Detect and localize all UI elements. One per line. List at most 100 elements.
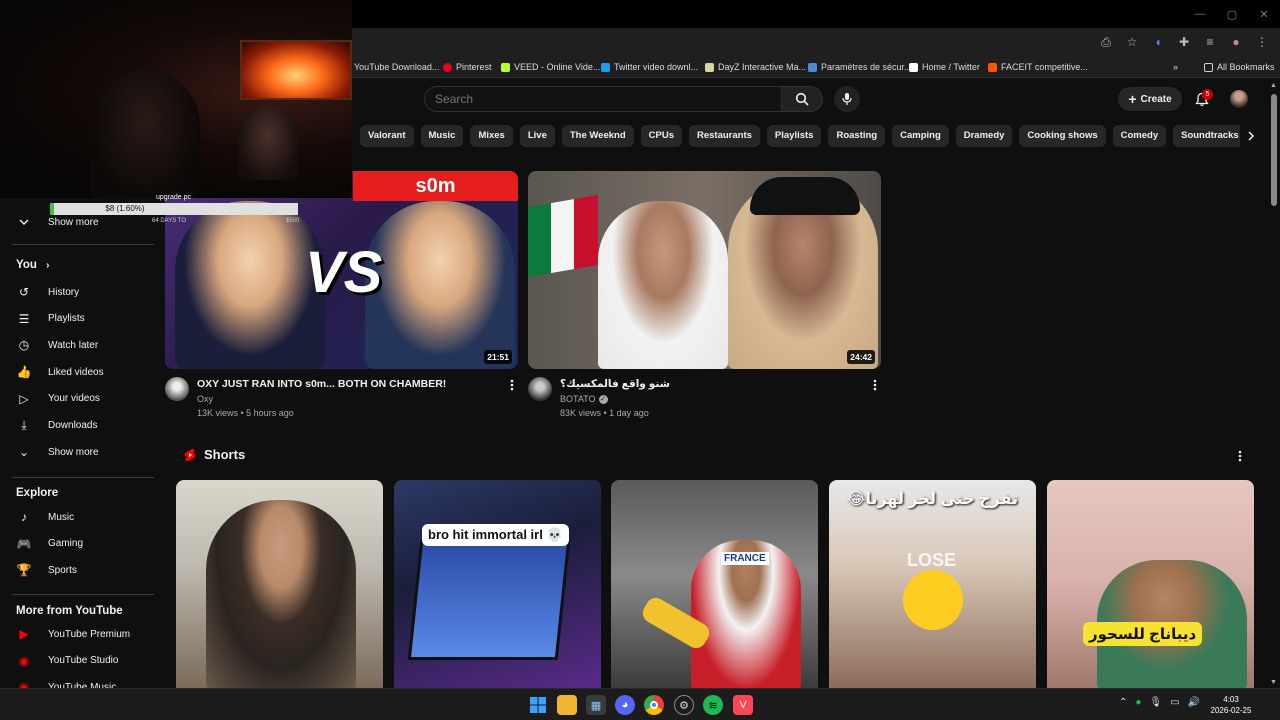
video-menu-button[interactable] [869, 377, 881, 393]
sidebar-item-history[interactable]: ↺ History [16, 282, 79, 302]
sidebar-item-watch-later[interactable]: ◷ Watch later [16, 335, 98, 355]
minimize-button[interactable]: — [1184, 0, 1216, 28]
all-bookmarks-button[interactable]: All Bookmarks [1204, 60, 1275, 74]
short-card[interactable]: تفرج حتى لخر لهربا😂 LOSE [829, 480, 1036, 690]
channel-avatar[interactable] [528, 377, 552, 401]
spotify-icon[interactable]: ≋ [703, 695, 723, 715]
windows-start-icon[interactable] [528, 695, 548, 715]
youtube-premium-icon: ▶ [19, 627, 29, 641]
filter-chip[interactable]: CPUs [640, 125, 682, 147]
sidebar-item-youtube-studio[interactable]: ◉ YouTube Studio [16, 651, 119, 671]
steam-icon[interactable]: ⚙ [674, 695, 694, 715]
window-controls: — ▢ ✕ [1184, 0, 1280, 28]
video-menu-button[interactable] [506, 377, 518, 393]
tray-app-icon[interactable]: ● [1135, 697, 1141, 708]
channel-avatar[interactable] [165, 377, 189, 401]
sidebar-you-heading[interactable]: You › [16, 259, 49, 271]
media-icon[interactable]: ≡ [1200, 32, 1220, 52]
scroll-up-arrow[interactable]: ▲ [1270, 82, 1277, 89]
video-title[interactable]: OXY JUST RAN INTO s0m... BOTH ON CHAMBER… [197, 378, 497, 390]
page-scrollbar[interactable]: ▲ ▼ [1268, 80, 1280, 688]
search-input[interactable] [425, 87, 781, 111]
close-window-button[interactable]: ✕ [1248, 0, 1280, 28]
bookmark-item[interactable]: Paramètres de sécur... [808, 60, 912, 74]
filter-chip[interactable]: Restaurants [688, 125, 760, 147]
filter-chip[interactable]: Music [420, 125, 464, 147]
sidebar-item-sports[interactable]: 🏆 Sports [16, 560, 77, 580]
clock-time: 4:03 [1223, 695, 1239, 704]
filter-chip[interactable]: Mixes [470, 125, 513, 147]
tray-overflow-icon[interactable]: ⌃ [1119, 697, 1127, 708]
taskbar-clock[interactable]: 4:03 2026-02-25 [1204, 694, 1258, 716]
short-card[interactable]: ديباناج للسحور [1047, 480, 1254, 690]
sidebar-item-playlists[interactable]: ☰ Playlists [16, 309, 85, 329]
filter-chip[interactable]: Valorant [360, 125, 414, 147]
sidebar-item-liked-videos[interactable]: 👍 Liked videos [16, 362, 104, 382]
short-person [206, 500, 356, 690]
filter-chip[interactable]: Comedy [1112, 125, 1167, 147]
voice-search-button[interactable] [834, 86, 860, 112]
filter-chip[interactable]: Dramedy [955, 125, 1013, 147]
extension-icon[interactable]: ◖ [1148, 32, 1168, 52]
chips-next-button[interactable] [1240, 125, 1262, 147]
filter-chip[interactable]: Live [519, 125, 555, 147]
star-icon[interactable]: ☆ [1122, 32, 1142, 52]
discord-icon[interactable]: ◕ [615, 695, 635, 715]
scroll-down-arrow[interactable]: ▼ [1270, 679, 1277, 686]
history-icon: ↺ [18, 285, 30, 299]
network-icon[interactable]: ▭ [1170, 697, 1179, 708]
sidebar-item-youtube-premium[interactable]: ▶ YouTube Premium [16, 624, 130, 644]
filter-chip[interactable]: Playlists [766, 125, 822, 147]
short-card[interactable]: FRANCE [611, 480, 818, 690]
video-duration: 24:42 [847, 350, 875, 364]
filter-chip[interactable]: Camping [892, 125, 949, 147]
video-channel[interactable]: BOTATO [560, 392, 596, 406]
sidebar-item-label: YouTube Studio [48, 655, 119, 667]
profile-icon[interactable]: ● [1226, 32, 1246, 52]
short-card[interactable] [176, 480, 383, 690]
bookmarks-overflow-button[interactable]: » [1173, 60, 1178, 74]
shorts-menu-button[interactable] [1234, 448, 1246, 464]
account-avatar[interactable] [1230, 90, 1248, 108]
filter-chip[interactable]: Roasting [828, 125, 886, 147]
thumbs-up-icon: 👍 [16, 365, 32, 380]
file-explorer-icon[interactable] [557, 695, 577, 715]
bookmark-item[interactable]: FACEIT competitive... [988, 60, 1088, 74]
bookmark-item[interactable]: DayZ Interactive Ma... [705, 60, 806, 74]
create-button[interactable]: + Create [1118, 87, 1182, 111]
microphone-icon[interactable]: 🎙 [1149, 697, 1162, 708]
filter-chip[interactable]: Soundtracks [1173, 125, 1240, 147]
menu-icon[interactable]: ⋮ [1252, 32, 1272, 52]
valorant-icon[interactable]: V [733, 695, 753, 715]
download-icon: ⤓ [21, 418, 27, 432]
search-box[interactable] [424, 86, 782, 112]
pinterest-icon [443, 62, 452, 72]
bookmark-item[interactable]: Home / Twitter [909, 60, 980, 74]
video-channel[interactable]: Oxy [197, 392, 213, 406]
fireplace-image [240, 40, 352, 100]
sidebar-item-downloads[interactable]: ⤓ Downloads [16, 416, 97, 436]
short-card[interactable]: bro hit immortal irl 💀 [394, 480, 601, 690]
filter-chip[interactable]: The Weeknd [561, 125, 634, 147]
sidebar-item-gaming[interactable]: 🎮 Gaming [16, 534, 84, 554]
video-icon: ▷ [19, 391, 29, 406]
store-icon[interactable]: ▦ [586, 695, 606, 715]
bookmark-item[interactable]: Pinterest [443, 60, 492, 74]
maximize-button[interactable]: ▢ [1216, 0, 1248, 28]
bookmark-item[interactable]: VEED - Online Vide... [501, 60, 600, 74]
volume-icon[interactable]: 🔊 [1188, 697, 1200, 708]
install-icon[interactable]: ⎙ [1096, 32, 1116, 52]
sidebar-item-your-videos[interactable]: ▷ Your videos [16, 389, 100, 409]
bookmark-item[interactable]: YouTube Download... [354, 60, 439, 74]
bookmark-item[interactable]: Twitter video downl... [601, 60, 698, 74]
chrome-icon[interactable] [644, 695, 664, 715]
video-thumbnail[interactable]: 24:42 [528, 171, 881, 369]
filter-chip[interactable]: Cooking shows [1019, 125, 1106, 147]
scrollbar-thumb[interactable] [1271, 94, 1277, 206]
puzzle-icon[interactable]: ✚ [1174, 32, 1194, 52]
video-title[interactable]: شنو واقع فالمكسيك؟ [560, 378, 860, 390]
search-button[interactable] [781, 86, 823, 112]
video-stats: 83K views • 1 day ago [560, 408, 649, 418]
sidebar-item-show-more[interactable]: ⌄ Show more [16, 442, 99, 462]
sidebar-item-music[interactable]: ♪ Music [16, 507, 74, 527]
